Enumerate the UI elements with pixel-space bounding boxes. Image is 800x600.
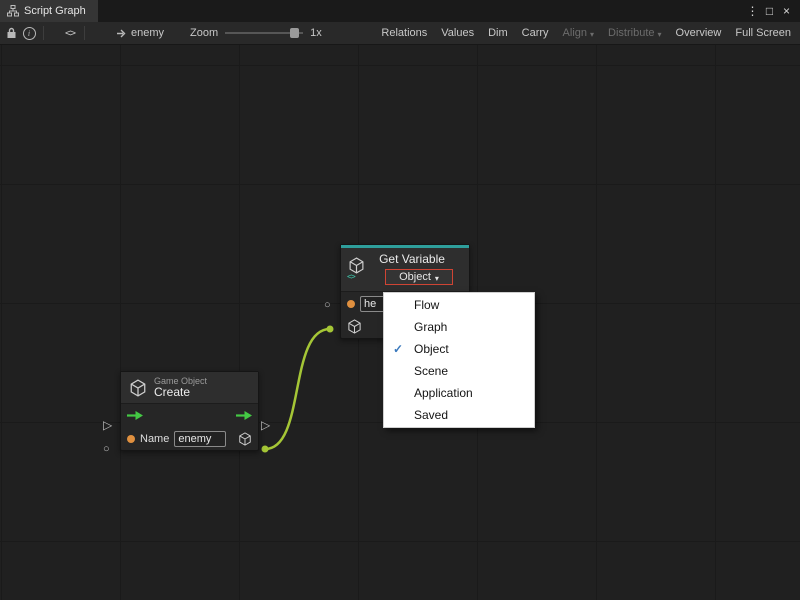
create-node-header: Game Object Create (121, 372, 258, 404)
button-label: Full Screen (735, 27, 791, 39)
create-node-titles: Game Object Create (154, 376, 207, 399)
menu-item-label: Scene (414, 364, 448, 378)
button-label: Carry (522, 27, 549, 39)
titlebar: Script Graph ⋮ □ × (0, 0, 800, 22)
get-variable-header: <> Get Variable Object ▾ (341, 248, 469, 292)
lock-icon (6, 27, 17, 39)
breadcrumb-label: enemy (131, 27, 164, 39)
node-title: Create (154, 386, 207, 399)
toolbar-separator (84, 26, 85, 40)
name-row: Name (121, 427, 258, 450)
chevron-down-icon: ▾ (590, 30, 594, 39)
create-node[interactable]: Game Object Create Name (120, 371, 259, 451)
button-label: Overview (676, 27, 722, 39)
toolbar-button-fullscreen[interactable]: Full Screen (728, 22, 798, 44)
toolbar-separator (43, 26, 44, 40)
zoom-slider-handle[interactable] (290, 28, 299, 38)
menu-item-label: Saved (414, 408, 448, 422)
info-icon: i (23, 27, 36, 40)
variable-cube-icon: <> (348, 257, 368, 279)
toolbar-button-align[interactable]: Align ▾ (556, 22, 601, 44)
close-icon[interactable]: × (778, 0, 795, 22)
window-controls: ⋮ □ × (744, 0, 800, 22)
tab-label: Script Graph (24, 5, 86, 17)
name-input[interactable] (174, 431, 226, 447)
tab-script-graph[interactable]: Script Graph (0, 0, 98, 22)
gameobject-cube-icon (238, 432, 252, 446)
breadcrumb[interactable]: enemy (116, 27, 164, 39)
graph-canvas[interactable]: <> Get Variable Object ▾ ○ (0, 45, 800, 600)
graph-breadcrumb-icon (116, 28, 127, 39)
menu-item-application[interactable]: Application (384, 382, 534, 404)
menu-item-saved[interactable]: Saved (384, 404, 534, 426)
menu-item-label: Application (414, 386, 473, 400)
value-port-orange[interactable] (127, 435, 135, 443)
name-label: Name (140, 433, 169, 445)
gameobject-cube-icon (129, 379, 147, 397)
check-icon: ✓ (393, 342, 403, 356)
flow-input-port-icon[interactable]: ▷ (103, 420, 112, 430)
variable-scope-dropdown[interactable]: Object ▾ (385, 269, 453, 285)
zoom-label: Zoom (190, 27, 218, 39)
menu-item-object[interactable]: ✓ Object (384, 338, 534, 360)
flow-output-port-icon[interactable]: ▷ (261, 420, 270, 430)
chevron-down-icon: ▾ (658, 30, 662, 39)
code-icon: <> (65, 28, 75, 39)
zoom-control: Zoom 1x (190, 27, 322, 39)
button-label: Relations (381, 27, 427, 39)
toolbar-button-distribute[interactable]: Distribute ▾ (601, 22, 668, 44)
edit-script-button[interactable]: <> (61, 24, 79, 42)
window-menu-icon[interactable]: ⋮ (744, 0, 761, 22)
button-label: Values (441, 27, 474, 39)
toolbar-button-dim[interactable]: Dim (481, 22, 515, 44)
menu-item-scene[interactable]: Scene (384, 360, 534, 382)
toolbar-button-relations[interactable]: Relations (374, 22, 434, 44)
menu-item-label: Flow (414, 298, 439, 312)
zoom-slider[interactable] (225, 32, 303, 34)
script-graph-icon (7, 5, 19, 17)
toolbar-button-values[interactable]: Values (434, 22, 481, 44)
flow-arrow-in-icon[interactable] (127, 411, 143, 420)
button-label: Align (563, 27, 587, 39)
button-label: Dim (488, 27, 508, 39)
menu-item-flow[interactable]: Flow (384, 294, 534, 316)
flow-arrow-out-icon[interactable] (236, 411, 252, 420)
value-input-port-icon[interactable]: ○ (103, 444, 110, 454)
toolbar-button-overview[interactable]: Overview (669, 22, 729, 44)
scope-value: Object (399, 271, 431, 283)
maximize-icon[interactable]: □ (761, 0, 778, 22)
value-port-orange[interactable] (347, 300, 355, 308)
menu-item-graph[interactable]: Graph (384, 316, 534, 338)
menu-item-label: Graph (414, 320, 447, 334)
button-label: Distribute (608, 27, 654, 39)
gameobject-cube-icon (347, 319, 362, 334)
flow-row (121, 404, 258, 427)
lock-button[interactable] (2, 24, 20, 42)
toolbar-buttons: Relations Values Dim Carry Align ▾ Distr… (374, 22, 798, 44)
menu-item-label: Object (414, 342, 449, 356)
chevron-down-icon: ▾ (435, 274, 439, 283)
variable-scope-menu: Flow Graph ✓ Object Scene Application Sa… (383, 292, 535, 428)
graph-toolbar: i <> enemy Zoom 1x Relations Values Dim … (0, 22, 800, 45)
code-icon: <> (347, 272, 355, 281)
info-button[interactable]: i (20, 24, 38, 42)
zoom-value: 1x (310, 27, 322, 39)
toolbar-button-carry[interactable]: Carry (515, 22, 556, 44)
input-port-circle-icon[interactable]: ○ (324, 300, 331, 310)
